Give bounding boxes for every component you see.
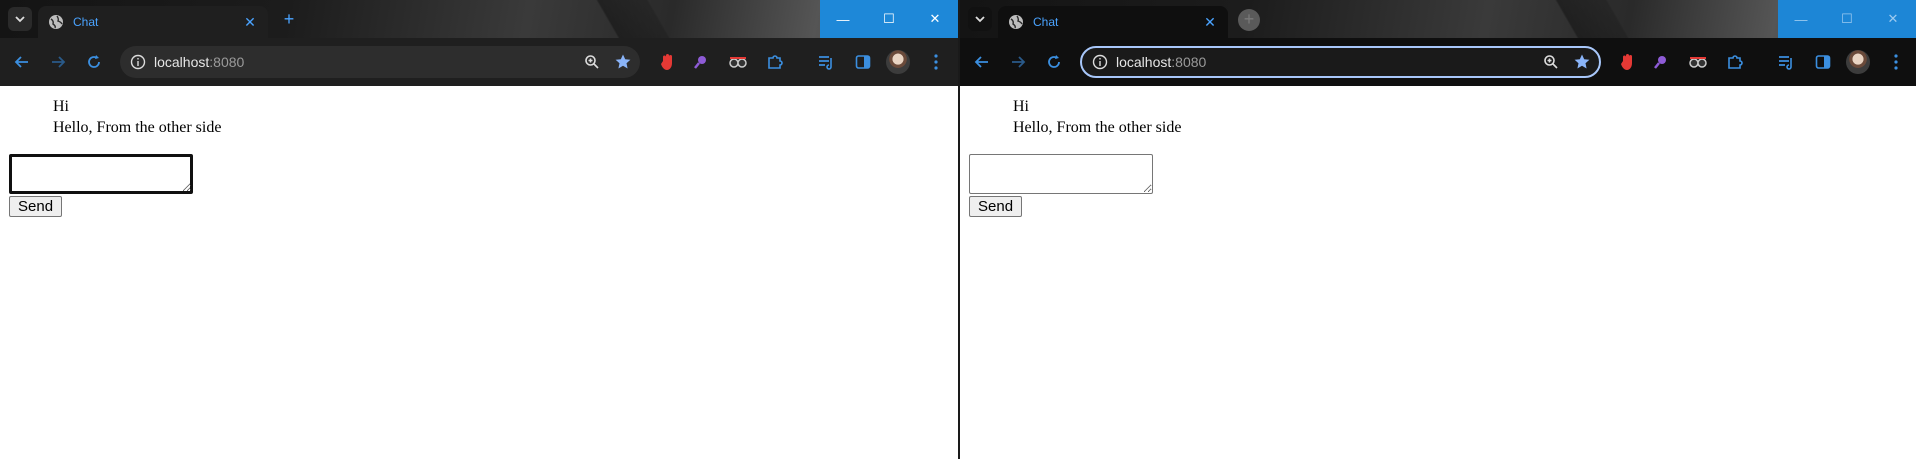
- tab-title: Chat: [73, 15, 99, 29]
- zoom-icon[interactable]: [584, 54, 600, 70]
- side-panel-icon[interactable]: [1811, 50, 1835, 74]
- minimize-icon[interactable]: —: [1778, 0, 1824, 38]
- maximize-icon[interactable]: ☐: [1824, 0, 1870, 38]
- url-host: localhost: [1116, 54, 1172, 70]
- message-input[interactable]: [969, 154, 1153, 194]
- profile-avatar[interactable]: [886, 50, 910, 74]
- reading-list-icon[interactable]: [1774, 50, 1798, 74]
- window-close-icon[interactable]: ✕: [1870, 0, 1916, 38]
- close-icon[interactable]: ✕: [242, 14, 258, 31]
- new-tab-icon[interactable]: +: [278, 9, 300, 31]
- extension-icon[interactable]: [1649, 50, 1673, 74]
- menu-icon[interactable]: [924, 50, 948, 74]
- back-icon[interactable]: [964, 44, 1000, 80]
- address-bar[interactable]: localhost:8080: [1080, 46, 1601, 78]
- tab-search-icon[interactable]: [8, 7, 32, 31]
- browser-window-right: Chat ✕ + — ☐ ✕ localhost:8080 Hi Hello,…: [960, 0, 1916, 459]
- send-button[interactable]: Send: [969, 196, 1023, 217]
- tab-title: Chat: [1033, 15, 1059, 29]
- back-icon[interactable]: [4, 44, 40, 80]
- tab-search-icon[interactable]: [968, 7, 992, 31]
- site-info-icon[interactable]: [130, 54, 146, 70]
- globe-icon: [1009, 15, 1023, 29]
- tab-strip: Chat ✕ + — ☐ ✕: [0, 0, 958, 38]
- extension-icon[interactable]: [689, 50, 713, 74]
- list-item: Hi: [1013, 98, 1029, 115]
- profile-avatar[interactable]: [1846, 50, 1870, 74]
- send-button[interactable]: Send: [9, 196, 63, 217]
- menu-icon[interactable]: [1884, 50, 1908, 74]
- url-port: :8080: [209, 54, 245, 70]
- window-controls: — ☐ ✕: [820, 0, 958, 38]
- list-item: Hi: [53, 98, 69, 115]
- extension-icon[interactable]: [726, 50, 750, 74]
- extension-icon[interactable]: [656, 50, 680, 74]
- site-info-icon[interactable]: [1092, 54, 1108, 70]
- forward-icon[interactable]: [1000, 44, 1036, 80]
- reload-icon[interactable]: [76, 44, 112, 80]
- list-item: Hello, From the other side: [1013, 119, 1182, 136]
- extension-icon[interactable]: [763, 50, 787, 74]
- bookmark-star-icon[interactable]: [614, 53, 632, 71]
- tab-chat[interactable]: Chat ✕: [38, 6, 268, 38]
- extension-icon[interactable]: [1723, 50, 1747, 74]
- url-port: :8080: [1171, 54, 1207, 70]
- zoom-icon[interactable]: [1543, 54, 1559, 70]
- message-list: Hi Hello, From the other side: [53, 96, 221, 138]
- message-input[interactable]: [9, 154, 193, 194]
- window-close-icon[interactable]: ✕: [912, 0, 958, 38]
- bookmark-star-icon[interactable]: [1573, 53, 1591, 71]
- tab-strip: Chat ✕ + — ☐ ✕: [960, 0, 1916, 38]
- extension-icon[interactable]: [1686, 50, 1710, 74]
- reload-icon[interactable]: [1036, 44, 1072, 80]
- forward-icon[interactable]: [40, 44, 76, 80]
- side-panel-icon[interactable]: [851, 50, 875, 74]
- minimize-icon[interactable]: —: [820, 0, 866, 38]
- url-host: localhost: [154, 54, 210, 70]
- list-item: Hello, From the other side: [53, 119, 222, 136]
- reading-list-icon[interactable]: [814, 50, 838, 74]
- tab-chat[interactable]: Chat ✕: [998, 6, 1228, 38]
- browser-window-left: Chat ✕ + — ☐ ✕ localhost:8080 Hi Hello,…: [0, 0, 958, 459]
- chat-page: Hi Hello, From the other side Send: [0, 86, 958, 459]
- window-controls: — ☐ ✕: [1778, 0, 1916, 38]
- chat-page: Hi Hello, From the other side Send: [960, 86, 1916, 459]
- globe-icon: [49, 15, 63, 29]
- message-list: Hi Hello, From the other side: [1013, 96, 1181, 138]
- maximize-icon[interactable]: ☐: [866, 0, 912, 38]
- browser-toolbar: localhost:8080: [960, 38, 1916, 86]
- new-tab-icon[interactable]: +: [1238, 9, 1260, 31]
- address-bar[interactable]: localhost:8080: [120, 46, 640, 78]
- close-icon[interactable]: ✕: [1202, 14, 1218, 31]
- extension-icon[interactable]: [1616, 50, 1640, 74]
